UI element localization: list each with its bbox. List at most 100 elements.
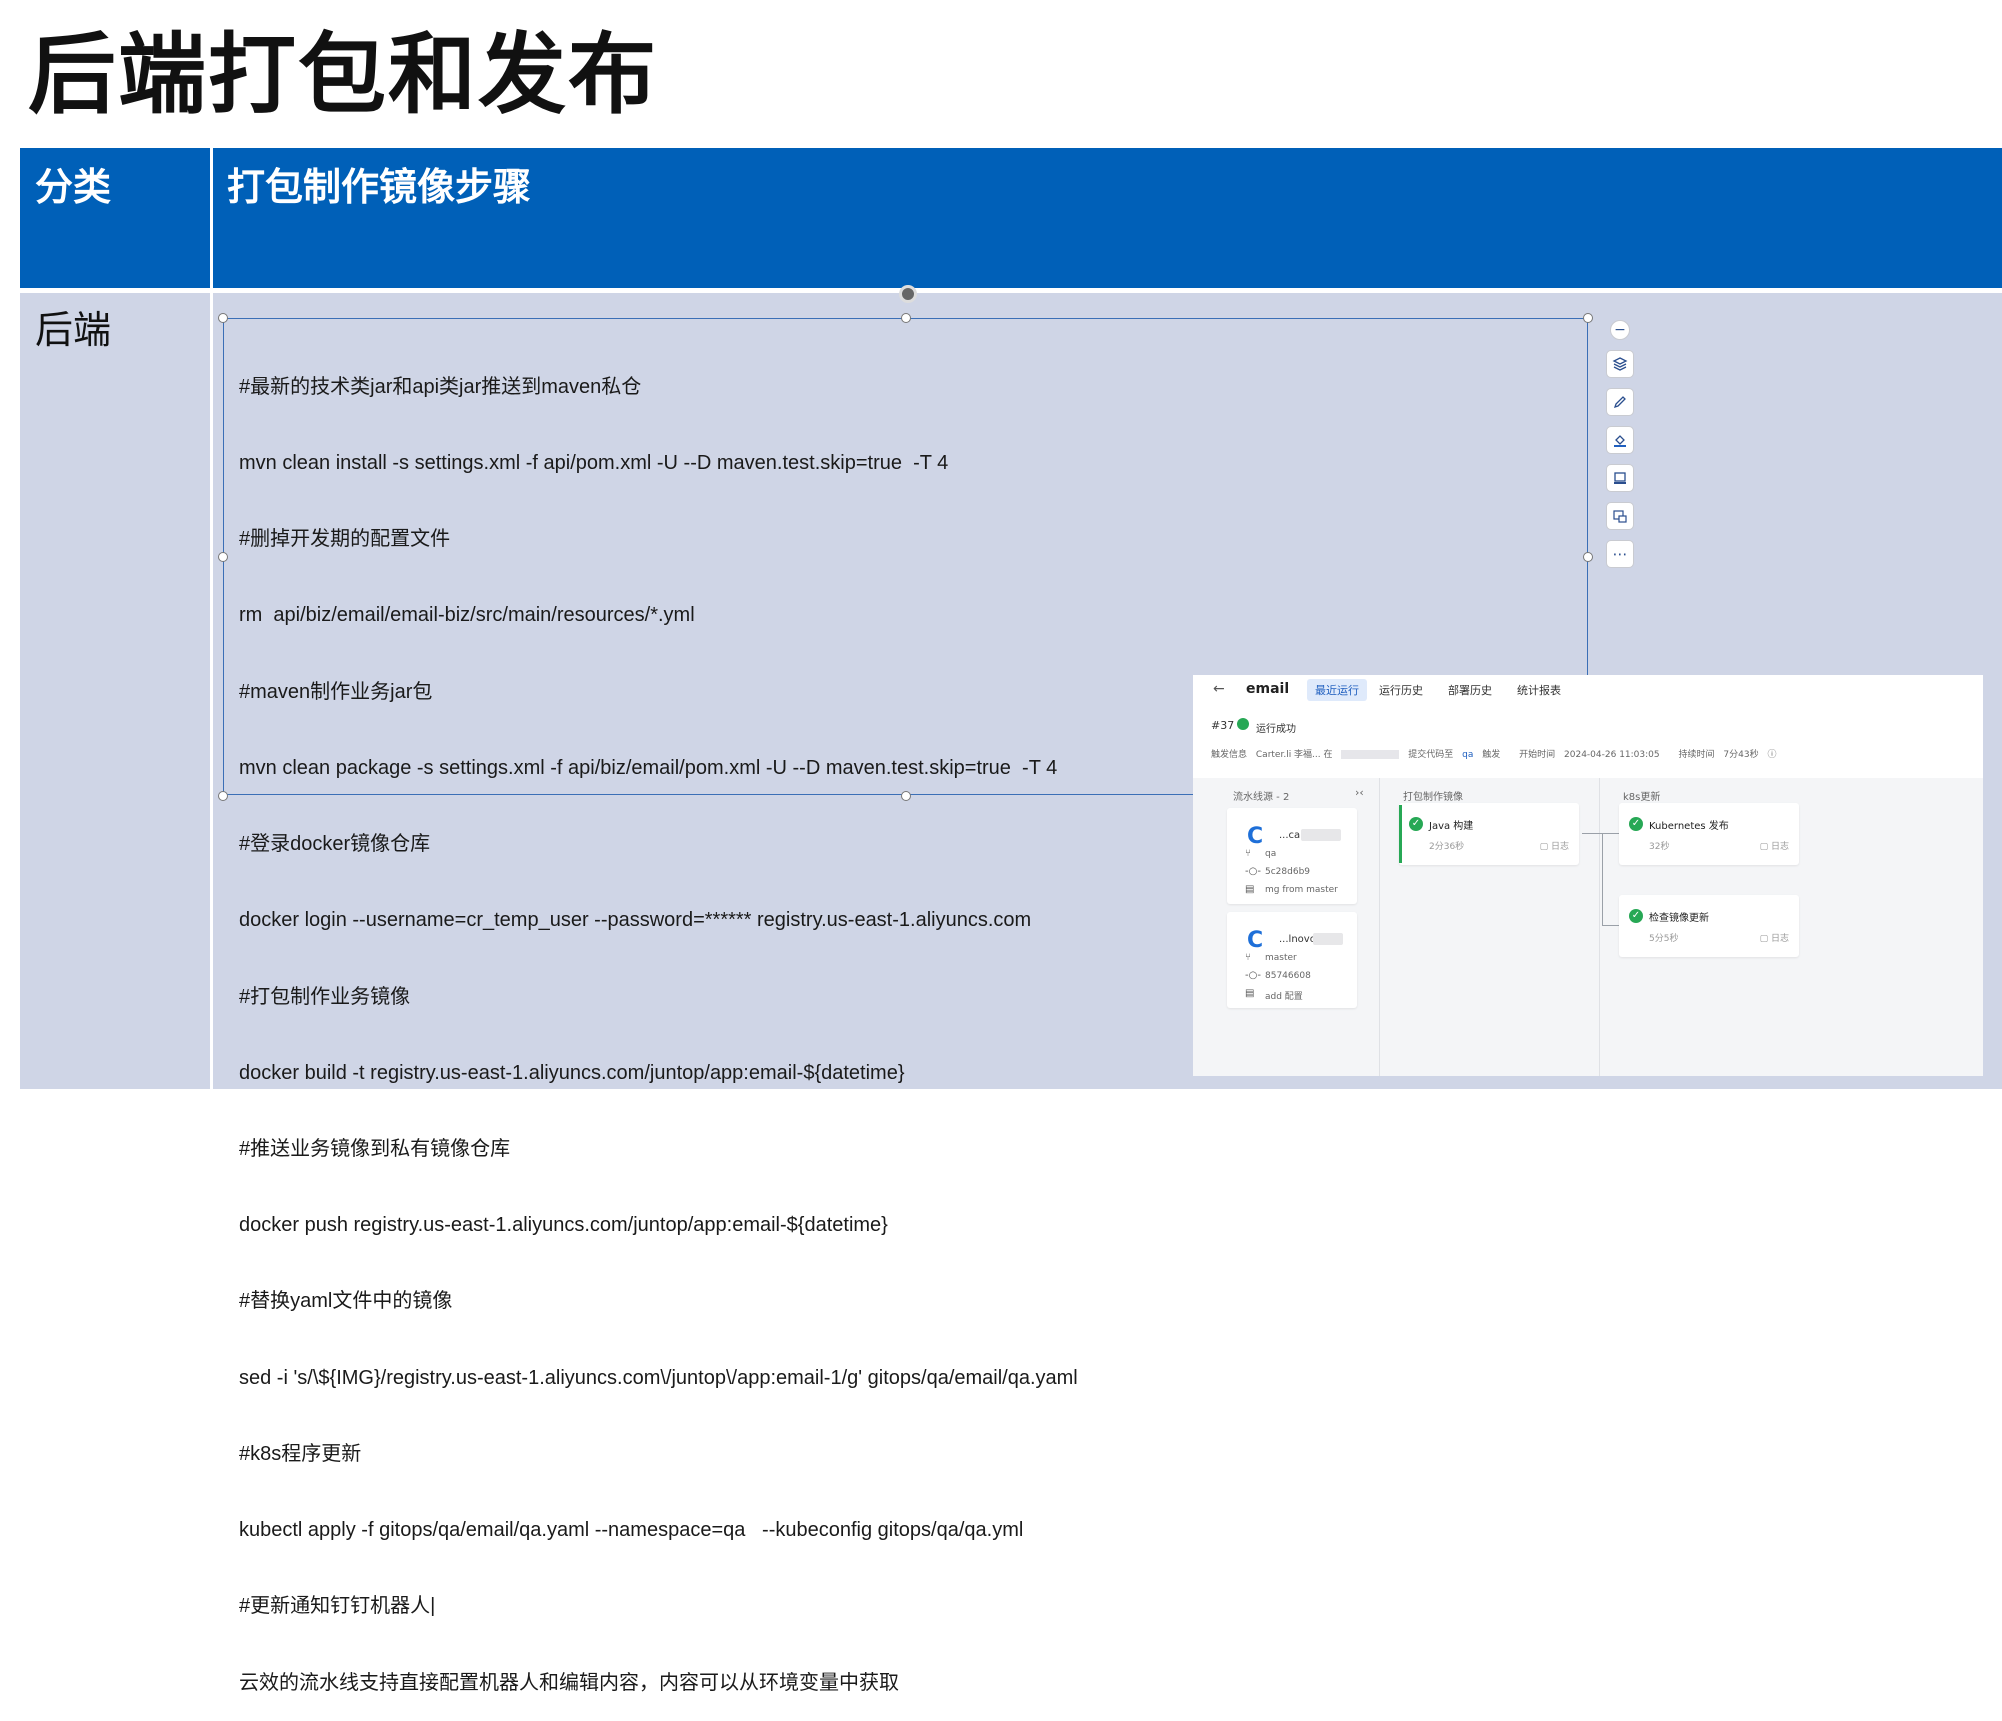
script-line: kubectl apply -f gitops/qa/email/qa.yaml… — [239, 1519, 1024, 1542]
minus-icon[interactable]: − — [1610, 320, 1630, 340]
script-line: #删掉开发期的配置文件 — [239, 528, 451, 551]
check-icon: ✓ — [1409, 817, 1423, 831]
check-icon: ✓ — [1629, 909, 1643, 923]
back-arrow-icon[interactable]: ← — [1213, 681, 1225, 697]
job-card-k8s-deploy[interactable]: ✓ Kubernetes 发布 32秒 ▢ 日志 — [1619, 803, 1799, 865]
k8s-stage-header: k8s更新 — [1623, 792, 1661, 803]
tab-stats-report[interactable]: 统计报表 — [1509, 679, 1569, 701]
script-line: #替换yaml文件中的镜像 — [239, 1290, 453, 1313]
message-icon: ▤ — [1245, 988, 1255, 999]
pipeline-screenshot: ← email 最近运行 运行历史 部署历史 统计报表 #37 运行成功 触发信… — [1193, 675, 1983, 1076]
start-time: 2024-04-26 11:03:05 — [1564, 750, 1660, 760]
source-card[interactable]: C ...lnovo/ ⑂ master -○- 85746608 ▤ add … — [1227, 912, 1357, 1008]
resize-handle-r[interactable] — [1583, 552, 1593, 562]
job-duration: 32秒 — [1649, 842, 1670, 852]
job-log-link[interactable]: ▢ 日志 — [1760, 839, 1789, 852]
repo-logo-icon: C — [1247, 928, 1264, 953]
job-card-java-build[interactable]: ✓ Java 构建 2分36秒 ▢ 日志 — [1399, 803, 1579, 865]
message-icon: ▤ — [1245, 884, 1255, 895]
source-branch: master — [1265, 953, 1297, 963]
run-meta: 触发信息 Carter.li 李福... 在 提交代码至 qa 触发 开始时间 … — [1211, 747, 1782, 760]
shape-format-toolbar: − ⋯ — [1606, 320, 1634, 578]
script-line: #最新的技术类jar和api类jar推送到maven私仓 — [239, 375, 642, 398]
help-icon[interactable]: ⓘ — [1767, 750, 1776, 760]
job-name: Java 构建 — [1429, 821, 1474, 832]
job-card-image-check[interactable]: ✓ 检查镜像更新 5分5秒 ▢ 日志 — [1619, 895, 1799, 957]
row-category-label: 后端 — [35, 308, 112, 352]
script-line: mvn clean install -s settings.xml -f api… — [239, 452, 949, 475]
redacted-block — [1341, 750, 1400, 759]
rotate-handle[interactable] — [899, 285, 917, 303]
resize-handle-l[interactable] — [218, 552, 228, 562]
build-stage-header: 打包制作镜像 — [1403, 792, 1463, 803]
source-commit[interactable]: 85746608 — [1265, 971, 1311, 981]
header-steps-label: 打包制作镜像步骤 — [227, 165, 532, 209]
script-line: #推送业务镜像到私有镜像仓库 — [239, 1138, 511, 1160]
success-icon — [1237, 718, 1249, 730]
commit-icon: -○- — [1245, 970, 1261, 981]
trigger-user: Carter.li 李福... 在 — [1255, 750, 1333, 760]
script-line: #k8s程序更新 — [239, 1442, 362, 1465]
layers-icon[interactable] — [1606, 350, 1634, 378]
commit-icon: -○- — [1245, 866, 1261, 877]
resize-handle-tr[interactable] — [1583, 313, 1593, 323]
run-status: 运行成功 — [1256, 724, 1296, 735]
trigger-action: 提交代码至 — [1408, 750, 1454, 760]
trigger-label: 触发信息 — [1211, 750, 1248, 760]
frame-icon[interactable] — [1606, 464, 1634, 492]
resize-handle-t[interactable] — [901, 313, 911, 323]
table-header-steps: 打包制作镜像步骤 — [213, 148, 2002, 288]
script-text[interactable]: #最新的技术类jar和api类jar推送到maven私仓 mvn clean i… — [239, 324, 1078, 1721]
redacted-block — [1313, 933, 1343, 945]
resize-handle-bl[interactable] — [218, 791, 228, 801]
flow-connector — [1602, 833, 1603, 925]
duration: 7分43秒 — [1723, 750, 1759, 760]
script-line: mvn clean package -s settings.xml -f api… — [239, 756, 1058, 779]
resize-handle-tl[interactable] — [218, 313, 228, 323]
header-category-label: 分类 — [35, 165, 112, 209]
trigger-branch[interactable]: qa — [1462, 750, 1473, 760]
flow-connector — [1602, 833, 1619, 834]
job-duration: 5分5秒 — [1649, 934, 1679, 944]
job-name: 检查镜像更新 — [1649, 913, 1709, 924]
tab-recent-runs[interactable]: 最近运行 — [1307, 679, 1367, 701]
source-message: mg from master — [1265, 885, 1338, 895]
run-id: #37 — [1211, 719, 1235, 732]
script-line: docker build -t registry.us-east-1.aliyu… — [239, 1061, 905, 1084]
collapse-icon[interactable]: ›‹ — [1355, 786, 1364, 799]
trigger-suffix: 触发 — [1482, 750, 1501, 760]
script-line: #登录docker镜像仓库 — [239, 833, 431, 856]
script-line: 云效的流水线支持直接配置机器人和编辑内容，内容可以从环境变量中获取 — [239, 1671, 899, 1694]
script-line: docker push registry.us-east-1.aliyuncs.… — [239, 1214, 888, 1237]
job-log-link[interactable]: ▢ 日志 — [1760, 931, 1789, 944]
tab-deploy-history[interactable]: 部署历史 — [1440, 679, 1500, 701]
replace-image-icon[interactable] — [1606, 502, 1634, 530]
job-duration: 2分36秒 — [1429, 842, 1465, 852]
fill-icon[interactable] — [1606, 426, 1634, 454]
stage-divider — [1379, 778, 1380, 1076]
status-bar — [1399, 805, 1402, 863]
job-name: Kubernetes 发布 — [1649, 821, 1729, 832]
redacted-block — [1301, 829, 1341, 841]
branch-icon: ⑂ — [1245, 952, 1251, 963]
start-label: 开始时间 — [1519, 750, 1556, 760]
source-commit[interactable]: 5c28d6b9 — [1265, 867, 1310, 877]
stage-divider — [1599, 778, 1600, 1076]
flow-connector — [1602, 925, 1619, 926]
tab-run-history[interactable]: 运行历史 — [1371, 679, 1431, 701]
job-log-link[interactable]: ▢ 日志 — [1540, 839, 1569, 852]
source-name: ...ca — [1279, 830, 1301, 841]
table-header-category: 分类 — [20, 148, 210, 288]
more-icon[interactable]: ⋯ — [1606, 540, 1634, 568]
slide-title: 后端打包和发布 — [28, 23, 659, 126]
script-line: #打包制作业务镜像 — [239, 985, 411, 1008]
script-line: rm api/biz/email/email-biz/src/main/reso… — [239, 604, 695, 627]
source-branch: qa — [1265, 849, 1277, 859]
script-line: #maven制作业务jar包 — [239, 680, 433, 703]
flow-connector — [1582, 833, 1602, 834]
check-icon: ✓ — [1629, 817, 1643, 831]
pipeline-app-name: email — [1246, 681, 1290, 697]
pen-icon[interactable] — [1606, 388, 1634, 416]
branch-icon: ⑂ — [1245, 848, 1251, 859]
source-card[interactable]: C ...ca ⑂ qa -○- 5c28d6b9 ▤ mg from mast… — [1227, 808, 1357, 904]
